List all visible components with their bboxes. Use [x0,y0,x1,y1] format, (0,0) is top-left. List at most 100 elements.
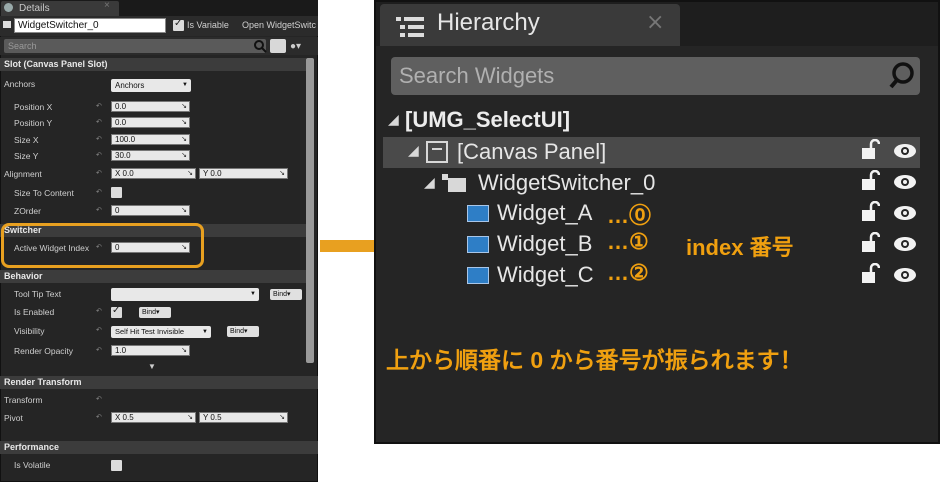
transform-row: Transform ↶ [0,392,306,410]
widget-c-label[interactable]: Widget_C [497,262,594,288]
zorder-row: ZOrder ↶ 0 ↘ [0,203,306,221]
visibility-dropdown[interactable]: Self Hit Test Invisible [111,326,211,338]
details-search-input[interactable]: Search [4,39,266,53]
performance-section-header[interactable]: Performance [0,441,318,454]
widget-b-icon [467,236,489,253]
view-options-button[interactable] [270,39,286,53]
bind-label: Bind [230,328,245,335]
numbering-note: 上から順番に 0 から番号が振られます！ [386,347,803,373]
alignment-x-value: X 0.0 [115,169,134,178]
zorder-field[interactable]: 0 ↘ [111,205,190,216]
lock-icon[interactable] [862,232,880,254]
widget-switcher-icon [442,174,466,192]
is-variable-label: Is Variable [187,20,229,30]
render-opacity-field[interactable]: 1.0 ↘ [111,345,190,356]
is-enabled-checkbox[interactable] [111,305,122,318]
alignment-x-field[interactable]: X 0.0 ↘ [111,168,196,179]
reset-icon[interactable]: ↶ [96,169,102,177]
visibility-eye-icon[interactable] [893,266,917,284]
pivot-y-field[interactable]: Y 0.5 ↘ [199,412,288,423]
visibility-eye-icon[interactable] [893,142,917,160]
size-to-content-label: Size To Content [14,188,74,198]
reset-icon[interactable]: ↶ [96,413,102,421]
hierarchy-search-input[interactable]: Search Widgets [391,57,920,95]
widget-a-label[interactable]: Widget_A [497,200,592,226]
position-x-label: Position X [14,102,53,112]
tooltip-text-field[interactable] [111,288,259,301]
reset-icon[interactable]: ↶ [96,151,102,159]
widget-b-label[interactable]: Widget_B [497,231,592,257]
switcher-highlight [1,223,204,268]
visibility-eye-icon[interactable] [893,235,917,253]
alignment-row: Alignment ↶ X 0.0 ↘ Y 0.0 ↘ [0,166,306,184]
collapse-triangle-icon[interactable]: ◢ [424,174,435,191]
position-y-row: Position Y ↶ 0.0 ↘ [0,115,306,133]
anchors-dropdown[interactable]: Anchors [111,79,191,92]
collapse-triangle-icon[interactable]: ◢ [388,111,399,128]
lock-icon[interactable] [862,139,880,161]
behavior-section-title: Behavior [4,271,43,281]
close-icon[interactable]: × [646,10,664,35]
reset-icon[interactable]: ↶ [96,326,102,334]
render-transform-section-header[interactable]: Render Transform [0,376,318,389]
size-to-content-checkbox[interactable] [111,187,122,198]
hierarchy-tab-title: Hierarchy [437,9,540,36]
tree-root[interactable]: [UMG_SelectUI] [405,107,570,133]
reset-icon[interactable]: ↶ [96,102,102,110]
is-variable-checkbox[interactable] [173,18,184,31]
widget-switcher-label[interactable]: WidgetSwitcher_0 [478,170,655,196]
lock-icon[interactable] [862,263,880,285]
visibility-eye-icon[interactable] [893,204,917,222]
reset-icon[interactable]: ↶ [96,395,102,403]
reset-icon[interactable]: ↶ [96,135,102,143]
reset-icon[interactable]: ↶ [96,206,102,214]
size-y-value: 30.0 [115,151,131,160]
position-x-field[interactable]: 0.0 ↘ [111,101,190,112]
size-x-field[interactable]: 100.0 ↘ [111,134,190,145]
search-icon[interactable] [888,60,918,92]
lock-icon[interactable] [862,201,880,223]
size-to-content-row: Size To Content ↶ [0,185,306,203]
bind-label: Bind [142,309,157,316]
pivot-x-field[interactable]: X 0.5 ↘ [111,412,196,423]
visibility-bind-button[interactable]: Bind▾ [227,326,259,337]
behavior-section-header[interactable]: Behavior [0,270,306,283]
eye-icon[interactable]: ●▾ [290,41,301,52]
reset-icon[interactable]: ↶ [96,307,102,315]
canvas-panel-label: [Canvas Panel] [457,139,607,164]
size-x-value: 100.0 [115,135,136,144]
reset-icon[interactable]: ↶ [96,118,102,126]
close-icon[interactable]: × [104,0,110,11]
expand-advanced-icon[interactable]: ▼ [148,362,156,371]
widget-b-index: …① [607,229,649,254]
open-widget-switcher-button[interactable]: Open WidgetSwitc [242,20,318,30]
size-y-label: Size Y [14,151,39,161]
widget-type-icon [3,21,11,28]
widget-name-input[interactable]: WidgetSwitcher_0 [14,18,166,33]
slot-section-title: Slot (Canvas Panel Slot) [4,59,108,69]
is-enabled-bind-button[interactable]: Bind▾ [139,307,171,318]
lock-icon[interactable] [862,170,880,192]
tooltip-row: Tool Tip Text Bind▾ [0,286,306,304]
collapse-triangle-icon[interactable]: ◢ [408,142,419,159]
details-tab[interactable]: Details [1,1,119,16]
render-opacity-label: Render Opacity [14,346,74,356]
position-y-field[interactable]: 0.0 ↘ [111,117,190,128]
size-y-field[interactable]: 30.0 ↘ [111,150,190,161]
is-volatile-row: Is Volatile [0,457,306,475]
search-icon[interactable] [253,39,267,53]
reset-icon[interactable]: ↶ [96,188,102,196]
visibility-eye-icon[interactable] [893,173,917,191]
pivot-label: Pivot [4,413,23,423]
reset-icon[interactable]: ↶ [96,346,102,354]
slot-section-header[interactable]: Slot (Canvas Panel Slot) [0,58,306,71]
details-scrollbar[interactable] [306,58,314,363]
is-volatile-label: Is Volatile [14,460,51,470]
transform-label: Transform [4,395,43,405]
canvas-panel-icon [426,141,448,163]
pivot-row: Pivot ↶ X 0.5 ↘ Y 0.5 ↘ [0,410,306,428]
tooltip-bind-button[interactable]: Bind▾ [270,289,302,300]
alignment-y-field[interactable]: Y 0.0 ↘ [199,168,288,179]
visibility-row: Visibility ↶ Self Hit Test Invisible Bin… [0,323,306,341]
is-volatile-checkbox[interactable] [111,460,122,471]
